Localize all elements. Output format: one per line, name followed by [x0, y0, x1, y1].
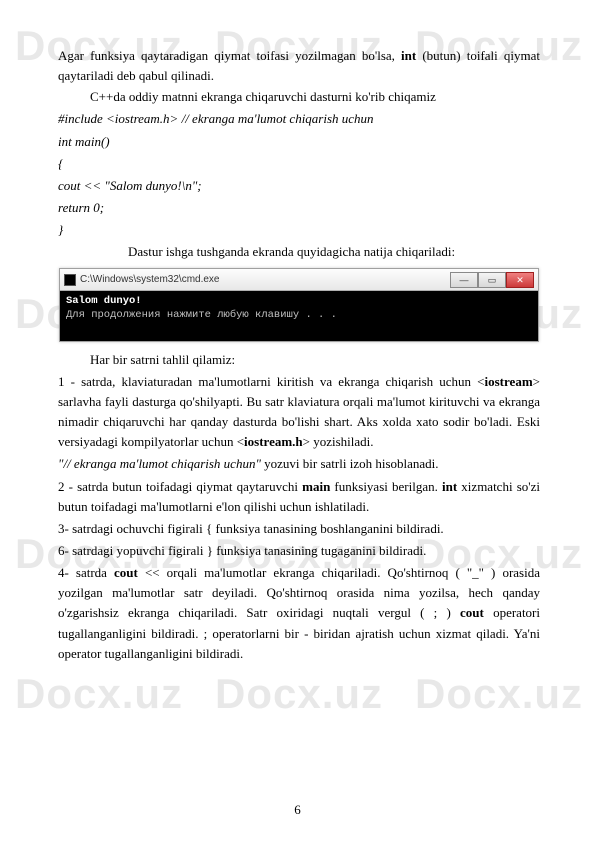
code-line: { [58, 154, 540, 174]
code-line: #include <iostream.h> // ekranga ma'lumo… [58, 109, 540, 129]
keyword-cout: cout [460, 605, 484, 620]
paragraph: "// ekranga ma'lumot chiqarish uchun" yo… [58, 454, 540, 474]
keyword-int: int [401, 48, 416, 63]
console-title: C:\Windows\system32\cmd.exe [80, 272, 220, 288]
window-buttons: — ▭ ✕ [450, 272, 534, 288]
paragraph: C++da oddiy matnni ekranga chiqaruvchi d… [58, 87, 540, 107]
code-line: int main() [58, 132, 540, 152]
maximize-button[interactable]: ▭ [478, 272, 506, 288]
text: funksiyasi berilgan. [330, 479, 442, 494]
text: yozuvi bir satrli izoh hisoblanadi. [261, 456, 439, 471]
keyword-iostream-h: iostream.h [244, 434, 303, 449]
paragraph: 1 - satrda, klaviaturadan ma'lumotlarni … [58, 372, 540, 453]
code-line: cout << "Salom dunyo!\n"; [58, 176, 540, 196]
close-button[interactable]: ✕ [506, 272, 534, 288]
paragraph: Agar funksiya qaytaradigan qiymat toifas… [58, 46, 540, 86]
paragraph: Har bir satrni tahlil qilamiz: [58, 350, 540, 370]
keyword-int: int [442, 479, 457, 494]
console-output: Salom dunyo! Для продолжения нажмите люб… [60, 291, 538, 340]
console-titlebar: C:\Windows\system32\cmd.exe — ▭ ✕ [60, 269, 538, 291]
keyword-main: main [302, 479, 330, 494]
comment-text: "// ekranga ma'lumot chiqarish uchun" [58, 456, 261, 471]
console-window: C:\Windows\system32\cmd.exe — ▭ ✕ Salom … [59, 268, 539, 341]
keyword-cout: cout [114, 565, 138, 580]
text: Agar funksiya qaytaradigan qiymat toifas… [58, 48, 401, 63]
text: 2 - satrda butun toifadagi qiymat qaytar… [58, 479, 302, 494]
code-line: return 0; [58, 198, 540, 218]
paragraph: 6- satrdagi yopuvchi figirali } funksiya… [58, 541, 540, 561]
paragraph: 3- satrdagi ochuvchi figirali { funksiya… [58, 519, 540, 539]
paragraph: 2 - satrda butun toifadagi qiymat qaytar… [58, 477, 540, 517]
page-number: 6 [0, 802, 595, 818]
console-line: Для продолжения нажмите любую клавишу . … [66, 309, 337, 321]
text: 1 - satrda, klaviaturadan ma'lumotlarni … [58, 374, 485, 389]
code-line: } [58, 220, 540, 240]
cmd-icon [64, 274, 76, 286]
keyword-iostream: iostream [485, 374, 533, 389]
minimize-button[interactable]: — [450, 272, 478, 288]
text: > yozishiladi. [303, 434, 374, 449]
paragraph: Dastur ishga tushganda ekranda quyidagic… [58, 242, 540, 262]
console-line: Salom dunyo! [66, 295, 142, 307]
text: 4- satrda [58, 565, 114, 580]
paragraph: 4- satrda cout << orqali ma'lumotlar ekr… [58, 563, 540, 664]
page-content: Agar funksiya qaytaradigan qiymat toifas… [0, 0, 595, 686]
